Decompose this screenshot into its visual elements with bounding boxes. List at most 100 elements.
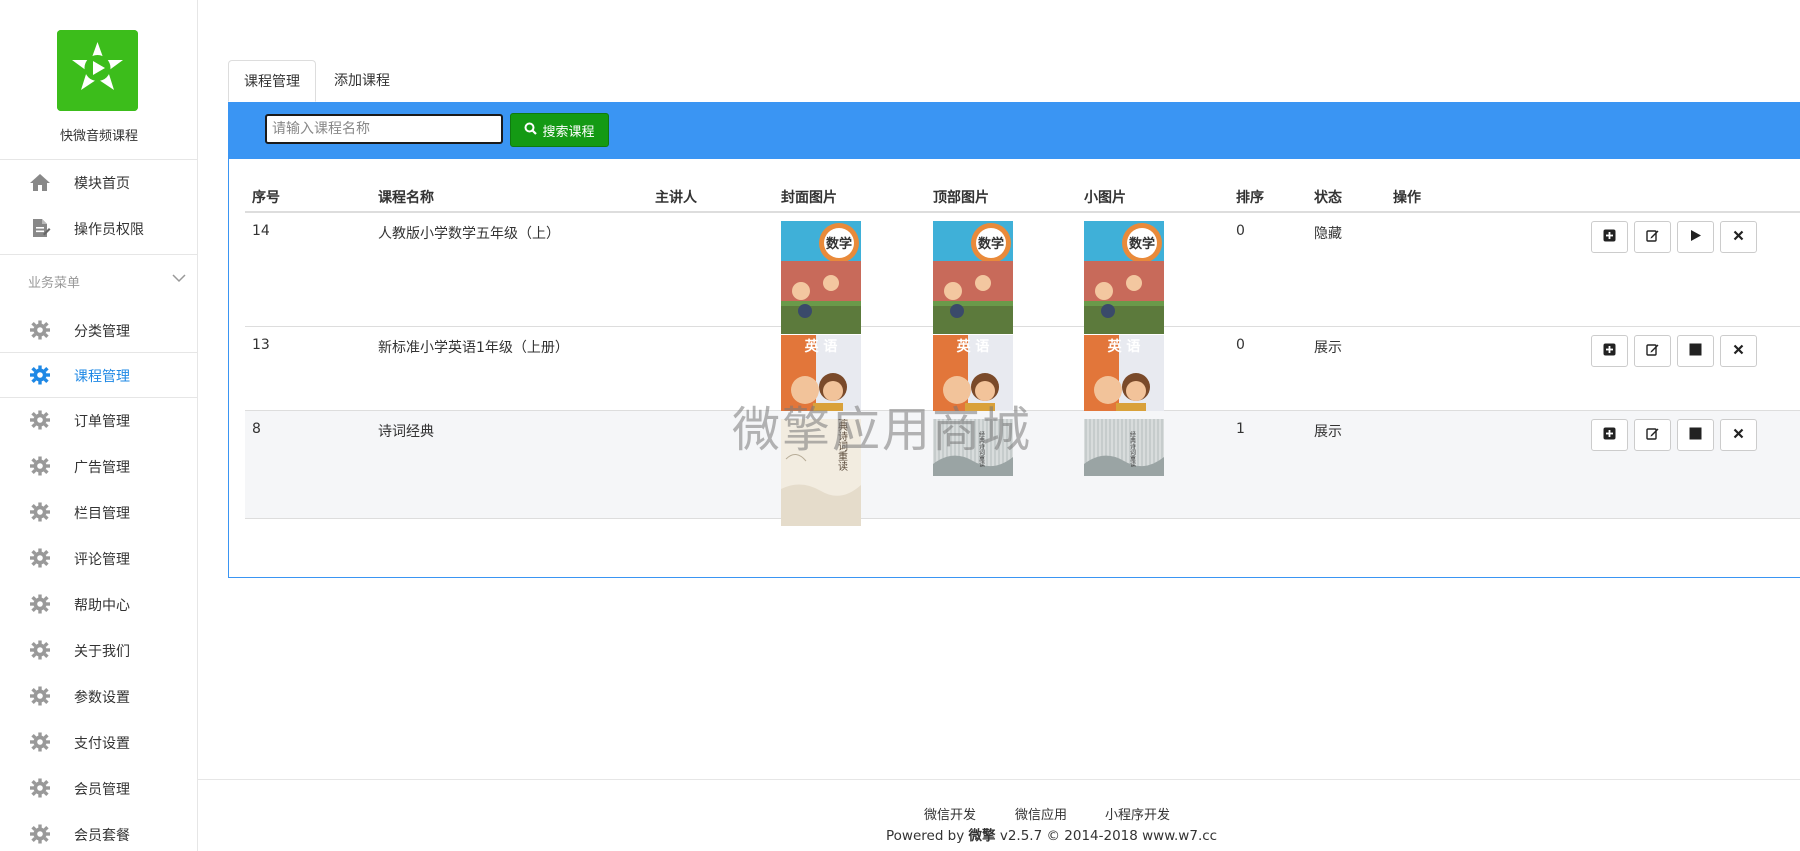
add-lesson-button[interactable]	[1591, 419, 1628, 451]
column-header: 封面图片	[781, 190, 837, 206]
delete-button[interactable]	[1720, 221, 1757, 253]
tab-course-management[interactable]: 课程管理	[228, 60, 316, 102]
sidebar-item-label: 关于我们	[74, 644, 130, 660]
sidebar-item-label: 栏目管理	[74, 506, 130, 522]
small-image[interactable]: 经典诗词重读	[1084, 419, 1164, 476]
search-button[interactable]: 搜索课程	[510, 113, 609, 147]
sidebar-item-8[interactable]: 参数设置	[0, 674, 198, 718]
sidebar-item-label: 帮助中心	[74, 598, 130, 614]
column-header: 序号	[252, 190, 280, 206]
gear-icon	[29, 732, 51, 752]
gear-icon	[29, 502, 51, 522]
cover-image[interactable]: 数学	[781, 221, 861, 334]
svg-text:英 语: 英 语	[1107, 338, 1141, 355]
sidebar-item-label: 广告管理	[74, 460, 130, 476]
gear-icon	[29, 320, 51, 340]
sidebar-item-2[interactable]: 订单管理	[0, 398, 198, 442]
svg-text:数学: 数学	[1129, 236, 1155, 252]
footer-link-miniprogram[interactable]: 小程序开发	[1105, 804, 1170, 823]
top-image[interactable]: 数学	[933, 221, 1013, 334]
edit-button[interactable]	[1634, 419, 1671, 451]
delete-button[interactable]	[1720, 335, 1757, 367]
delete-button[interactable]	[1720, 419, 1757, 451]
sidebar-item-label: 会员套餐	[74, 828, 130, 844]
plus-square-icon	[1603, 427, 1616, 444]
small-image[interactable]: 数学	[1084, 221, 1164, 334]
table-header: 序号 课程名称 主讲人 封面图片 顶部图片 小图片 排序 状态 操作	[245, 181, 1800, 213]
sidebar-item-label: 评论管理	[74, 552, 130, 568]
cell-course-name: 新标准小学英语1年级（上册）	[378, 340, 569, 356]
gear-icon	[29, 778, 51, 798]
svg-text:经典诗词重读: 经典诗词重读	[1129, 430, 1136, 468]
add-lesson-button[interactable]	[1591, 335, 1628, 367]
table-row: 13 新标准小学英语1年级（上册） 0 展示 英 语 英 语 英 语	[245, 327, 1800, 415]
powered-brand[interactable]: 微擎	[969, 828, 996, 844]
cell-sort: 0	[1236, 337, 1245, 353]
delete-icon	[1732, 427, 1745, 444]
sidebar-item-5[interactable]: 评论管理	[0, 536, 198, 580]
gear-icon	[29, 594, 51, 614]
sidebar-item-label: 课程管理	[74, 369, 130, 385]
document-icon	[29, 218, 51, 238]
tab-add-course[interactable]: 添加课程	[319, 60, 405, 102]
sidebar-item-1[interactable]: 课程管理	[0, 353, 198, 397]
sidebar: 快微音频课程 模块首页 操作员权限 业务菜单 分类管理课程管理订单管理广告管理栏…	[0, 0, 198, 851]
row-actions	[1591, 419, 1757, 451]
edit-icon	[1646, 229, 1659, 246]
edit-button[interactable]	[1634, 335, 1671, 367]
cover-image[interactable]: 经典诗词重读	[781, 419, 861, 526]
cell-id: 13	[252, 337, 270, 353]
brand-block: 快微音频课程	[0, 0, 197, 160]
table-row: 8 诗词经典 1 展示 经典诗词重读 经典诗词重读 经典诗词重读	[245, 411, 1800, 526]
svg-text:经典诗词重读: 经典诗词重读	[836, 419, 848, 472]
top-image[interactable]: 经典诗词重读	[933, 419, 1013, 476]
sidebar-item-4[interactable]: 栏目管理	[0, 490, 198, 534]
sidebar-item-3[interactable]: 广告管理	[0, 444, 198, 488]
chevron-down-icon[interactable]	[172, 272, 186, 284]
add-lesson-button[interactable]	[1591, 221, 1628, 253]
column-header: 操作	[1393, 190, 1421, 206]
svg-text:数学: 数学	[826, 236, 852, 252]
sidebar-item-label: 模块首页	[74, 176, 130, 192]
footer-powered-by: Powered by 微擎 v2.5.7 © 2014-2018 www.w7.…	[886, 824, 1217, 844]
footer-link-wechat-apps[interactable]: 微信应用	[1015, 804, 1067, 823]
cover-image[interactable]: 英 语	[781, 335, 861, 415]
edit-button[interactable]	[1634, 221, 1671, 253]
svg-text:数学: 数学	[978, 236, 1004, 252]
sidebar-item-10[interactable]: 会员管理	[0, 766, 198, 810]
svg-text:经典诗词重读: 经典诗词重读	[978, 430, 985, 468]
search-input[interactable]	[265, 114, 503, 144]
sidebar-item-label: 订单管理	[74, 414, 130, 430]
sidebar-item-0[interactable]: 分类管理	[0, 308, 198, 352]
top-image[interactable]: 英 语	[933, 335, 1013, 415]
toggle-visibility-button[interactable]	[1677, 221, 1714, 253]
sidebar-item-label: 支付设置	[74, 736, 130, 752]
toggle-visibility-button[interactable]	[1677, 335, 1714, 367]
sidebar-item-7[interactable]: 关于我们	[0, 628, 198, 672]
delete-icon	[1732, 229, 1745, 246]
group-title: 业务菜单	[28, 276, 81, 291]
column-header: 小图片	[1084, 190, 1126, 206]
svg-text:英 语: 英 语	[804, 338, 838, 355]
sidebar-item-11[interactable]: 会员套餐	[0, 812, 198, 851]
divider	[0, 254, 198, 255]
search-button-label: 搜索课程	[542, 124, 595, 140]
app-logo[interactable]	[57, 30, 138, 111]
footer-link-wechat-dev[interactable]: 微信开发	[924, 804, 976, 823]
edit-icon	[1646, 343, 1659, 360]
gear-icon	[29, 410, 51, 430]
sidebar-item-9[interactable]: 支付设置	[0, 720, 198, 764]
play-icon	[1689, 229, 1702, 246]
column-header: 状态	[1314, 190, 1342, 206]
small-image[interactable]: 英 语	[1084, 335, 1164, 415]
stop-icon	[1689, 343, 1702, 360]
gear-icon	[29, 548, 51, 568]
toggle-visibility-button[interactable]	[1677, 419, 1714, 451]
sidebar-item-permissions[interactable]: 操作员权限	[0, 206, 198, 250]
cell-status: 展示	[1314, 340, 1342, 356]
sidebar-item-6[interactable]: 帮助中心	[0, 582, 198, 626]
plus-square-icon	[1603, 229, 1616, 246]
sidebar-item-home[interactable]: 模块首页	[0, 160, 198, 204]
cell-sort: 1	[1236, 421, 1245, 437]
cell-course-name: 诗词经典	[378, 424, 434, 440]
